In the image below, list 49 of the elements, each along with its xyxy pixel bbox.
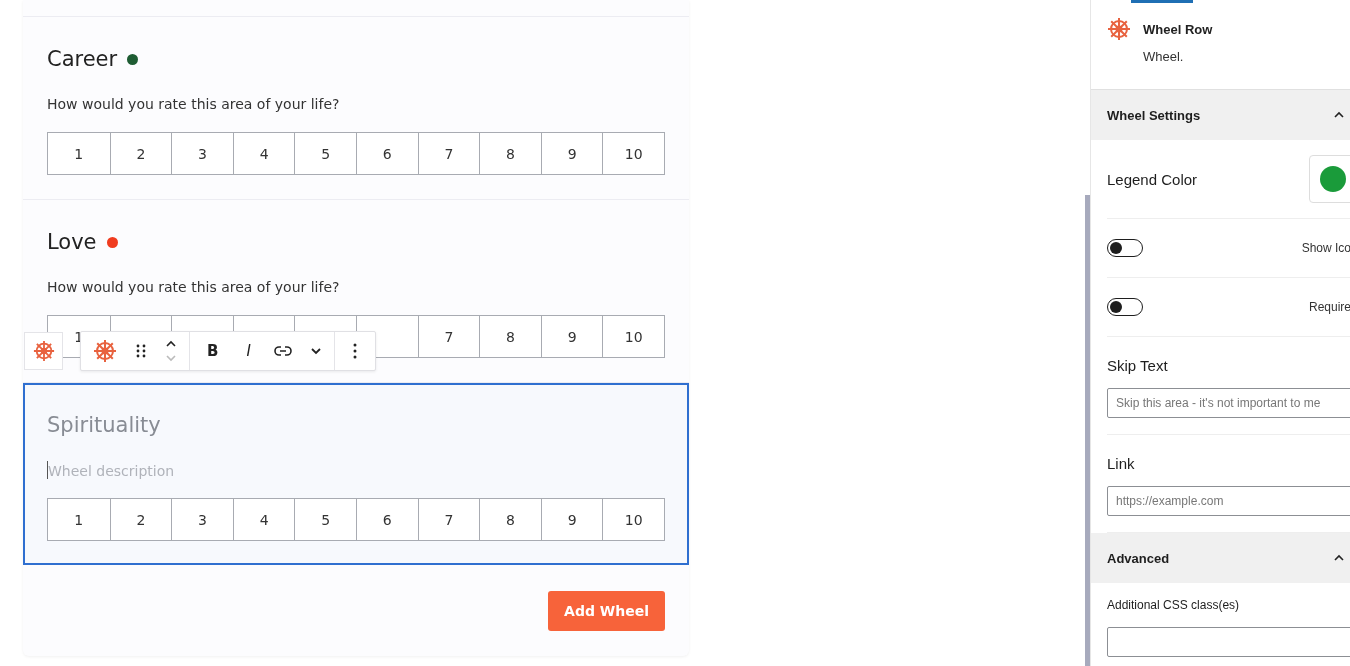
link-icon[interactable] xyxy=(273,345,292,357)
color-picker-button[interactable] xyxy=(1309,155,1350,203)
rating-option[interactable]: 10 xyxy=(602,499,664,540)
wheel-icon xyxy=(1107,17,1131,41)
wheel-description: How would you rate this area of your life? xyxy=(47,278,341,296)
rating-option[interactable]: 6 xyxy=(356,499,418,540)
description-field[interactable]: Wheel description xyxy=(48,462,348,480)
field-label: Skip Text xyxy=(1107,357,1169,374)
rating-option[interactable]: 7 xyxy=(417,499,480,540)
rating-option[interactable]: 3 xyxy=(171,499,233,540)
wheel-description: How would you rate this area of your life? xyxy=(47,95,341,113)
wheel-block[interactable]: Career How would you rate this area of your life? 1 2 3 4 5 6 7 8 9 10 xyxy=(23,17,689,200)
panel-header[interactable]: Wheel Settings xyxy=(1091,90,1350,140)
block-name: Wheel Row xyxy=(1143,22,1213,37)
toggle-switch[interactable] xyxy=(1107,239,1143,257)
rating-option[interactable]: 8 xyxy=(479,499,541,540)
active-tab-indicator xyxy=(1131,0,1193,3)
rating-option[interactable]: 9 xyxy=(540,499,603,540)
field-label: Additional CSS class(es) xyxy=(1107,598,1241,612)
toggle-label: Show Ico xyxy=(1301,241,1350,255)
rating-option[interactable]: 5 xyxy=(294,499,356,540)
wheel-block[interactable]: Spirituality Wheel description 1 2 3 4 5 6 7 8 9 10 xyxy=(23,383,689,565)
text-field[interactable] xyxy=(1107,627,1350,657)
chevron-up-icon xyxy=(1333,554,1345,562)
block-type-button[interactable] xyxy=(24,332,63,370)
panel-header[interactable]: Advanced xyxy=(1091,533,1350,583)
wheel-title: Love xyxy=(47,230,97,254)
wheel-icon xyxy=(32,340,55,362)
more-options-icon[interactable] xyxy=(352,343,357,359)
rating-option[interactable]: 1 xyxy=(48,499,110,540)
block-description: Wheel. xyxy=(1143,49,1185,64)
wheel-icon[interactable] xyxy=(93,339,117,363)
chevron-down-icon[interactable] xyxy=(309,347,322,355)
italic-button[interactable]: I xyxy=(241,342,256,360)
wheel-title: Career xyxy=(47,47,118,71)
rating-option[interactable]: 4 xyxy=(232,499,295,540)
toggle-switch[interactable] xyxy=(1107,298,1143,316)
scrollbar[interactable] xyxy=(1085,195,1090,666)
rating-option[interactable]: 2 xyxy=(109,499,172,540)
text-field[interactable]: https://example.com xyxy=(1107,486,1350,516)
move-up-icon[interactable] xyxy=(165,340,177,348)
chevron-up-icon xyxy=(1333,111,1345,119)
toggle-label: Require xyxy=(1308,300,1350,314)
bold-button[interactable]: B xyxy=(202,342,224,360)
title-field[interactable]: Spirituality xyxy=(47,413,347,437)
drag-handle-icon[interactable] xyxy=(135,343,147,359)
field-label: Link xyxy=(1107,455,1136,472)
text-field[interactable]: Skip this area - it's not important to me xyxy=(1107,388,1350,418)
field-label: Legend Color xyxy=(1107,170,1198,188)
